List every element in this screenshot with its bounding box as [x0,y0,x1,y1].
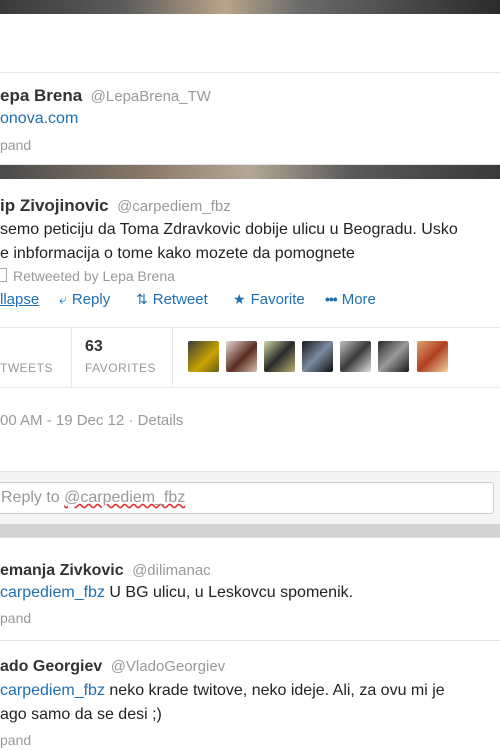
reply-input[interactable]: Reply to @carpediem_fbz [0,482,494,514]
tweet-text-line-2: e inbformacija o tome kako mozete da pom… [0,245,355,262]
reply-composer-area: Reply to @carpediem_fbz [0,471,500,524]
author-name[interactable]: ip Zivojinovic [0,196,109,215]
reply-text-line-1: neko krade twitove, neko ideje. Ali, za … [104,682,445,699]
retweet-icon: ⇅ [136,291,148,307]
background-photo-gap [0,165,500,179]
retweet-button[interactable]: ⇅ Retweet [136,291,208,308]
reply-tweet[interactable]: emanja Zivkovic @dilimanac carpediem_fbz… [0,537,500,640]
favorites-label[interactable]: FAVORITES [85,361,156,375]
tweet-card-main: ip Zivojinovic @carpediem_fbz semo petic… [0,179,500,471]
tweet-text-line-1: semo peticiju da Toma Zdravkovic dobije … [0,221,458,238]
author-handle[interactable]: @VladoGeorgiev [111,658,225,675]
retweet-label: Retweet [152,291,208,308]
stats-divider [71,327,72,387]
star-icon: ★ [233,291,246,307]
timestamp-text[interactable]: 00 AM - 19 Dec 12 [0,412,124,429]
collapse-link[interactable]: llapse [0,291,39,308]
author-handle[interactable]: @carpediem_fbz [117,198,231,215]
mention-link[interactable]: carpediem_fbz [0,584,105,601]
details-link[interactable]: Details [138,412,184,429]
header-photo-strip [0,0,500,14]
tweet-card-lepa-brena[interactable]: epa Brena @LepaBrena_TW onova.com pand [0,14,500,165]
more-label: More [341,291,376,308]
reply-tweet[interactable]: ado Georgiev @VladoGeorgiev carpediem_fb… [0,640,500,751]
reply-mention: @carpediem_fbz [64,489,186,506]
tweet-timestamp: 00 AM - 19 Dec 12 · Details [0,412,183,429]
expand-link[interactable]: pand [0,732,31,748]
retweeted-by-label: Retweeted by Lepa Brena [13,268,175,284]
favorites-count[interactable]: 63 [85,338,103,356]
reply-text: U BG ulicu, u Leskovcu spomenik. [104,584,354,601]
mention-link[interactable]: carpediem_fbz [0,682,105,699]
expand-link[interactable]: pand [0,137,31,153]
retweeted-by[interactable]: Retweeted by Lepa Brena [0,268,175,284]
separator-dot: · [128,412,138,429]
reply-text-line-2: ago samo da se desi ;) [0,706,162,723]
favoriter-avatar[interactable] [340,341,371,372]
favoriter-avatar[interactable] [226,341,257,372]
favoriter-avatar[interactable] [188,341,219,372]
reply-placeholder: Reply to [1,489,65,506]
author-name[interactable]: ado Georgiev [0,658,102,675]
reply-label: Reply [71,291,111,308]
retweets-label[interactable]: TWEETS [0,361,53,375]
author-name[interactable]: emanja Zivkovic [0,562,124,579]
tweet-actions: llapse [0,291,39,309]
author-handle[interactable]: @dilimanac [132,562,211,579]
divider [0,387,500,388]
author-name[interactable]: epa Brena [0,86,82,105]
stats-divider [172,327,173,387]
divider [0,72,500,73]
reply-arrow-icon: ⤶ [59,291,67,307]
author-handle[interactable]: @LepaBrena_TW [91,88,211,105]
retweet-small-icon [0,268,7,282]
favorite-button[interactable]: ★ Favorite [233,291,305,308]
expand-link[interactable]: pand [0,610,31,626]
favoriter-avatar[interactable] [264,341,295,372]
favoriter-avatar[interactable] [378,341,409,372]
more-button[interactable]: ••• More [325,291,376,308]
divider [0,327,500,328]
reply-button[interactable]: ⤶ Reply [59,291,110,308]
profile-link[interactable]: onova.com [0,110,78,128]
favoriter-avatar[interactable] [302,341,333,372]
favorite-label: Favorite [250,291,305,308]
more-dots-icon: ••• [325,291,338,307]
favoriter-avatar[interactable] [417,341,448,372]
